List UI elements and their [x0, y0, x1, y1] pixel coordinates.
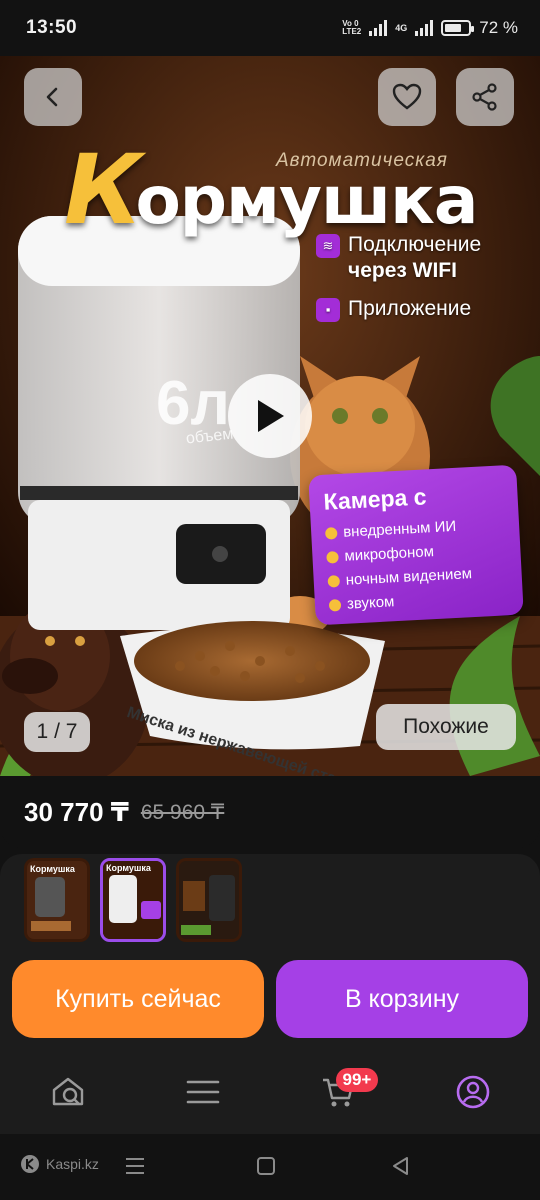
heart-icon	[392, 83, 422, 110]
kaspi-brand: Kaspi.kz	[20, 1154, 99, 1174]
battery-icon	[441, 20, 475, 36]
thumbnail-strip: Кормушка Кормушка	[0, 854, 540, 946]
price-section: 30 770 ₸ 65 960 ₸	[0, 776, 540, 848]
product-headline: Кормушка	[64, 134, 478, 246]
similar-products-button[interactable]: Похожие	[376, 704, 516, 750]
app-icon: ▪	[316, 298, 340, 322]
wifi-icon: ≋	[316, 234, 340, 258]
volte-indicator: Vo 0 LTE2	[342, 19, 362, 36]
current-price: 30 770 ₸	[24, 796, 129, 827]
image-counter: 1 / 7	[24, 712, 90, 752]
signal-icon	[369, 20, 388, 36]
status-icons: Vo 0 LTE2 4G 72 %	[342, 18, 518, 38]
menu-icon	[186, 1080, 219, 1104]
favorite-button[interactable]	[378, 68, 436, 126]
signal-icon-2	[415, 20, 434, 36]
play-video-button[interactable]	[228, 374, 312, 458]
feature-wifi: ≋ Подключение через WIFI	[316, 232, 481, 284]
thumbnail[interactable]: Кормушка	[24, 858, 90, 942]
product-image-gallery[interactable]: Автоматическая Кормушка ≋ Подключение чер…	[0, 56, 540, 776]
camera-title: Камера с	[322, 483, 428, 515]
home-icon[interactable]	[256, 1156, 276, 1176]
battery-percent: 72 %	[479, 18, 518, 37]
svg-text:Кормушка: Кормушка	[30, 864, 76, 874]
feature-app: ▪ Приложение	[316, 296, 471, 322]
share-icon	[472, 83, 497, 111]
camera-features-card: Камера с внедренным ИИ микрофоном ночным…	[308, 464, 524, 626]
play-icon	[258, 400, 284, 432]
purchase-actions: Купить сейчас В корзину	[0, 946, 540, 1050]
chevron-left-icon	[46, 87, 58, 107]
thumbnail[interactable]	[176, 858, 242, 942]
cart-badge: 99+	[335, 1068, 379, 1092]
back-button[interactable]	[24, 68, 82, 126]
bottom-navigation: 99+	[0, 1050, 540, 1134]
recent-apps-icon[interactable]	[124, 1156, 146, 1176]
nav-catalog[interactable]	[173, 1062, 233, 1122]
network-type-label: 4G	[395, 23, 408, 33]
kaspi-logo-icon	[21, 1155, 39, 1173]
old-price: 65 960 ₸	[140, 800, 225, 824]
nav-cart[interactable]: 99+	[308, 1062, 379, 1122]
back-nav-icon[interactable]	[390, 1156, 410, 1176]
add-to-cart-button[interactable]: В корзину	[276, 960, 528, 1038]
share-button[interactable]	[456, 68, 514, 126]
svg-text:Кормушка: Кормушка	[106, 863, 152, 873]
home-search-icon	[52, 1077, 83, 1106]
status-bar: 13:50 Vo 0 LTE2 4G 72 %	[0, 0, 540, 56]
nav-profile[interactable]	[443, 1062, 503, 1122]
system-navigation-bar: Kaspi.kz	[0, 1134, 540, 1200]
buy-now-button[interactable]: Купить сейчас	[12, 960, 264, 1038]
nav-home-search[interactable]	[38, 1062, 98, 1122]
thumbnail-active[interactable]: Кормушка	[100, 858, 166, 942]
profile-icon	[456, 1075, 489, 1109]
status-time: 13:50	[26, 17, 78, 38]
